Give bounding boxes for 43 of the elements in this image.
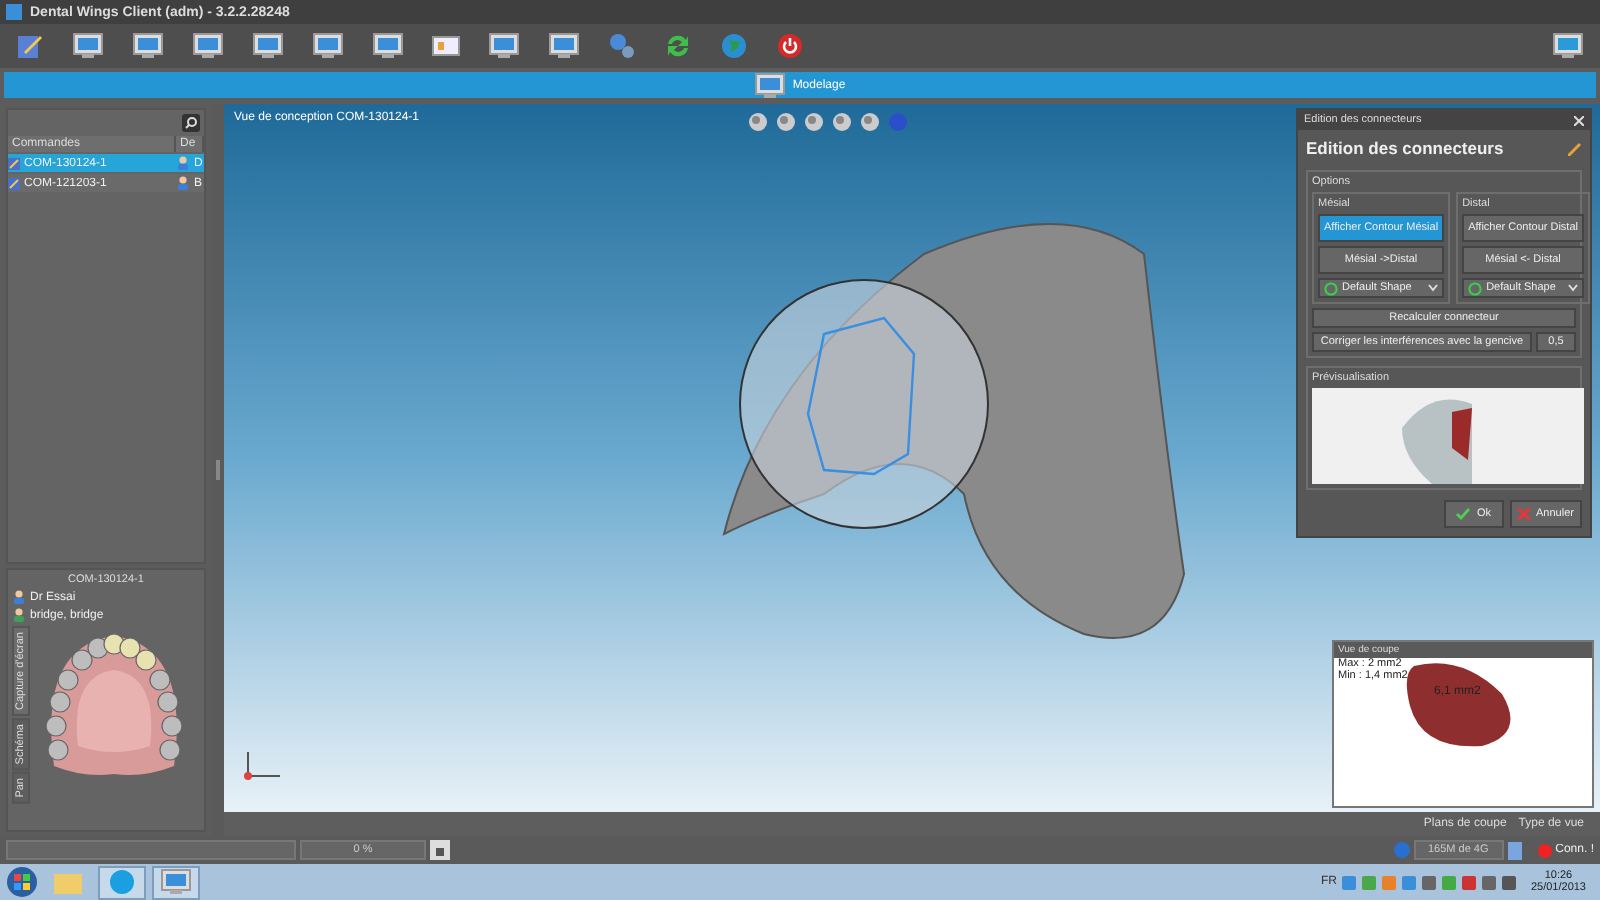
view-icon[interactable] bbox=[860, 112, 880, 132]
3d-viewport[interactable] bbox=[224, 104, 1600, 812]
clipboard-icon[interactable] bbox=[1507, 841, 1522, 859]
axis-icon bbox=[240, 748, 284, 784]
pencil-icon bbox=[1568, 141, 1582, 155]
monitor-icon[interactable] bbox=[72, 32, 104, 60]
person-icon bbox=[176, 156, 190, 170]
notepad-icon[interactable] bbox=[16, 32, 44, 60]
monitor-icon[interactable] bbox=[488, 32, 520, 60]
app-icon bbox=[6, 4, 22, 20]
floppy-icon[interactable] bbox=[430, 840, 450, 860]
person-icon bbox=[176, 176, 190, 190]
tooth-icon bbox=[8, 157, 20, 169]
view-icon[interactable] bbox=[804, 112, 824, 132]
dialog-title: Edition des connecteurs bbox=[1306, 138, 1504, 158]
monitor-icon[interactable] bbox=[548, 32, 580, 60]
circle-icon bbox=[1468, 281, 1483, 295]
card-icon[interactable] bbox=[432, 36, 460, 56]
gears-icon[interactable] bbox=[608, 32, 636, 60]
monitor-icon[interactable] bbox=[312, 32, 344, 60]
tooth-icon bbox=[8, 177, 20, 189]
view-icon[interactable] bbox=[748, 112, 768, 132]
monitor-icon[interactable] bbox=[132, 32, 164, 60]
chevron-down-icon bbox=[1568, 284, 1578, 292]
person-icon bbox=[12, 590, 26, 604]
chevron-down-icon bbox=[1428, 284, 1439, 292]
monitor-icon[interactable] bbox=[754, 71, 787, 99]
cross-icon bbox=[1518, 508, 1531, 520]
power-icon[interactable] bbox=[776, 32, 804, 60]
monitor-icon[interactable] bbox=[160, 868, 192, 896]
refresh-icon[interactable] bbox=[664, 32, 692, 60]
monitor-icon[interactable] bbox=[252, 32, 284, 60]
monitor-icon[interactable] bbox=[372, 32, 404, 60]
start-icon[interactable] bbox=[6, 866, 38, 898]
view-icon[interactable] bbox=[776, 112, 796, 132]
stop-icon bbox=[1537, 843, 1552, 857]
circle-icon bbox=[1324, 281, 1338, 295]
person-icon bbox=[12, 608, 26, 622]
monitor-icon[interactable] bbox=[192, 32, 224, 60]
close-icon[interactable] bbox=[1574, 115, 1584, 125]
check-icon bbox=[1456, 508, 1471, 520]
monitor-icon[interactable] bbox=[1552, 32, 1584, 60]
search-icon[interactable] bbox=[182, 114, 200, 132]
